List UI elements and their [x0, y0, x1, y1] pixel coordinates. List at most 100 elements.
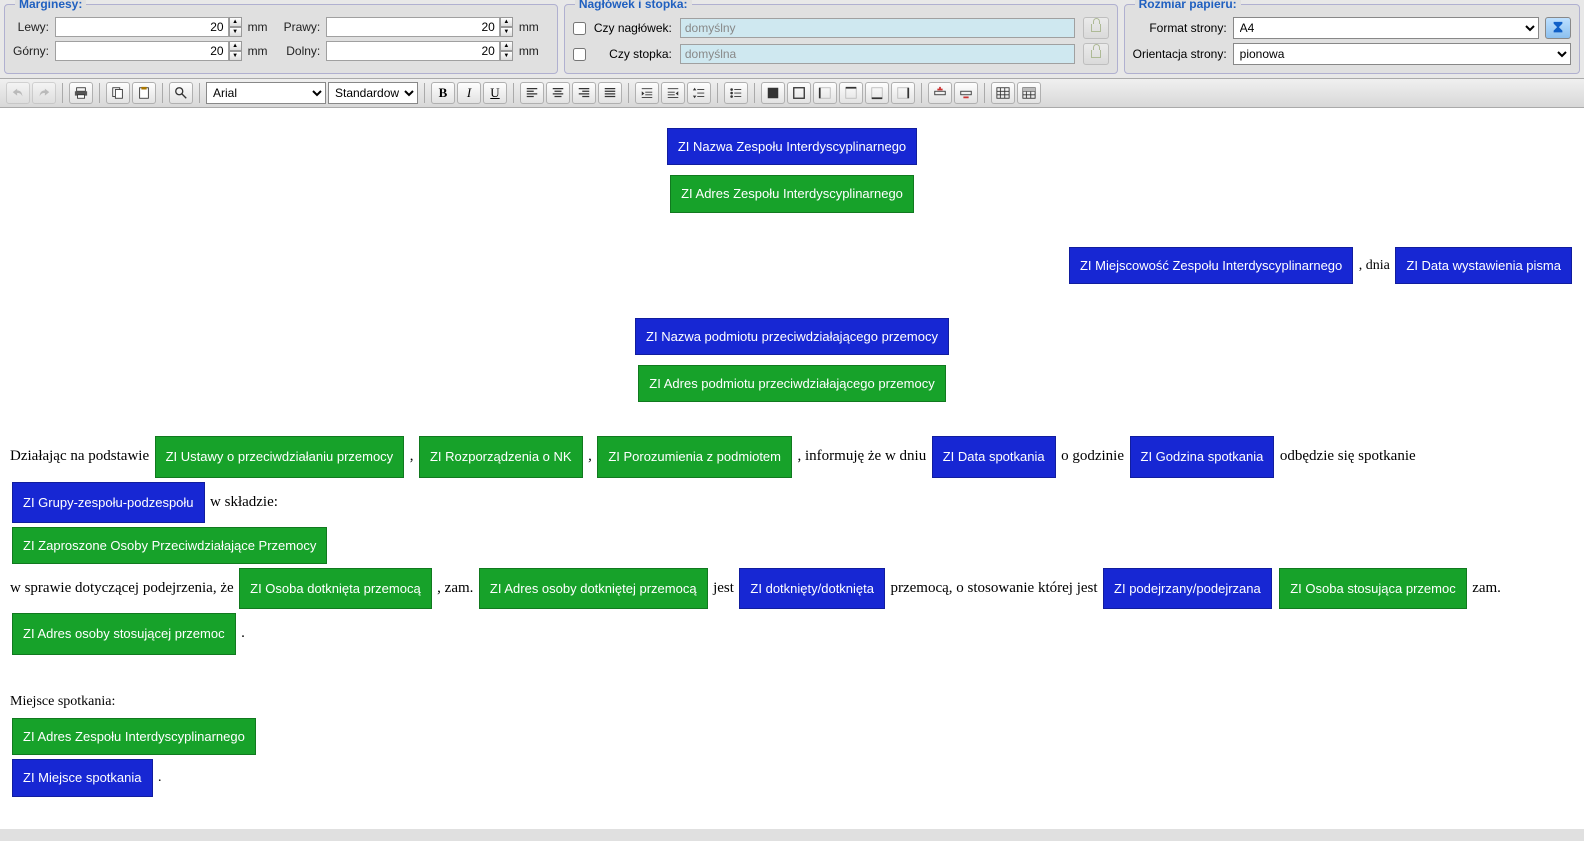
border-left-button[interactable]	[813, 82, 837, 104]
bold-button[interactable]: B	[431, 82, 455, 104]
field-zi-adres2[interactable]: ZI Adres Zespołu Interdyscyplinarnego	[12, 718, 256, 755]
settings-bar: Marginesy: Lewy: ▲▼ mm Prawy: ▲▼ mm Górn…	[0, 0, 1584, 78]
paste-icon	[137, 86, 151, 100]
field-zi-dotkniety[interactable]: ZI dotknięty/dotknięta	[739, 568, 885, 609]
paper-size-legend: Rozmiar papieru:	[1135, 0, 1241, 11]
field-zi-adres-podmiotu[interactable]: ZI Adres podmiotu przeciwdziałającego pr…	[638, 365, 945, 402]
unit-mm: mm	[248, 20, 278, 34]
insert-row-button[interactable]	[928, 82, 952, 104]
field-zi-osoba-stos[interactable]: ZI Osoba stosująca przemoc	[1279, 568, 1466, 609]
align-justify-button[interactable]	[598, 82, 622, 104]
margin-right-input[interactable]: ▲▼	[326, 17, 513, 37]
paste-button[interactable]	[132, 82, 156, 104]
header-select	[680, 18, 1075, 38]
page-format-select[interactable]: A4	[1233, 17, 1539, 39]
page-orientation-label: Orientacja strony:	[1133, 47, 1227, 61]
copy-button[interactable]	[106, 82, 130, 104]
spin-up[interactable]: ▲	[229, 17, 242, 27]
header-checkbox[interactable]	[573, 22, 586, 35]
margin-top-label: Górny:	[13, 44, 49, 58]
page-format-button[interactable]	[1545, 17, 1571, 39]
border-left-icon	[818, 86, 832, 100]
text: .	[158, 770, 162, 785]
print-button[interactable]	[69, 82, 93, 104]
line-spacing-button[interactable]	[687, 82, 711, 104]
page-orientation-select[interactable]: pionowa	[1233, 43, 1571, 65]
line-spacing-icon	[692, 86, 706, 100]
copy-icon	[111, 86, 125, 100]
margin-left-input[interactable]: ▲▼	[55, 17, 242, 37]
field-zi-grupy[interactable]: ZI Grupy-zespołu-podzespołu	[12, 482, 205, 523]
field-zi-godz-spot[interactable]: ZI Godzina spotkania	[1130, 436, 1275, 477]
text: jest	[713, 580, 734, 596]
margins-panel: Marginesy: Lewy: ▲▼ mm Prawy: ▲▼ mm Górn…	[4, 4, 558, 74]
field-zi-miejsce-spot[interactable]: ZI Miejsce spotkania	[12, 759, 153, 796]
field-zi-zaproszone[interactable]: ZI Zaproszone Osoby Przeciwdziałające Pr…	[12, 527, 327, 564]
align-right-button[interactable]	[572, 82, 596, 104]
text: przemocą, o stosowanie której jest	[891, 580, 1098, 596]
margin-bottom-input[interactable]: ▲▼	[326, 41, 513, 61]
bold-icon: B	[439, 85, 448, 101]
field-zi-podejrz[interactable]: ZI podejrzany/podejrzana	[1103, 568, 1272, 609]
underline-button[interactable]: U	[483, 82, 507, 104]
spin-up[interactable]: ▲	[500, 17, 513, 27]
table-button-2[interactable]	[1017, 82, 1041, 104]
undo-button	[6, 82, 30, 104]
field-zi-adres-stos[interactable]: ZI Adres osoby stosującej przemoc	[12, 613, 236, 654]
zoom-button[interactable]	[169, 82, 193, 104]
hourglass-icon	[1551, 21, 1565, 35]
border-right-button[interactable]	[891, 82, 915, 104]
delete-row-button[interactable]	[954, 82, 978, 104]
field-zi-data-spot[interactable]: ZI Data spotkania	[932, 436, 1056, 477]
field-zi-adres[interactable]: ZI Adres Zespołu Interdyscyplinarnego	[670, 175, 914, 212]
align-center-button[interactable]	[546, 82, 570, 104]
document-scroll[interactable]: ZI Nazwa Zespołu Interdyscyplinarnego ZI…	[0, 108, 1584, 829]
header-footer-panel: Nagłówek i stopka: Czy nagłówek: Czy sto…	[564, 4, 1118, 74]
undo-icon	[11, 86, 25, 100]
bullet-list-button[interactable]	[724, 82, 748, 104]
field-zi-nazwa-podmiotu[interactable]: ZI Nazwa podmiotu przeciwdziałającego pr…	[635, 318, 949, 355]
margin-top-input[interactable]: ▲▼	[55, 41, 242, 61]
margin-left-label: Lewy:	[13, 20, 49, 34]
align-left-button[interactable]	[520, 82, 544, 104]
spin-up[interactable]: ▲	[229, 41, 242, 51]
border-outline-button[interactable]	[787, 82, 811, 104]
page-format-label: Format strony:	[1133, 21, 1227, 35]
text: .	[241, 625, 245, 641]
field-zi-nazwa[interactable]: ZI Nazwa Zespołu Interdyscyplinarnego	[667, 128, 917, 165]
border-fill-button[interactable]	[761, 82, 785, 104]
field-zi-osoba-dot[interactable]: ZI Osoba dotknięta przemocą	[239, 568, 432, 609]
table-button-1[interactable]	[991, 82, 1015, 104]
spin-down[interactable]: ▼	[229, 51, 242, 61]
delete-row-icon	[959, 86, 973, 100]
font-select[interactable]: Arial	[206, 82, 326, 104]
indent-right-icon	[640, 86, 654, 100]
border-bottom-button[interactable]	[865, 82, 889, 104]
spin-down[interactable]: ▼	[500, 27, 513, 37]
margin-bottom-label: Dolny:	[284, 44, 321, 58]
spin-down[interactable]: ▼	[229, 27, 242, 37]
text: w składzie:	[210, 493, 278, 509]
document-page[interactable]: ZI Nazwa Zespołu Interdyscyplinarnego ZI…	[0, 108, 1584, 829]
unit-mm: mm	[248, 44, 278, 58]
field-zi-poroz[interactable]: ZI Porozumienia z podmiotem	[597, 436, 792, 477]
spin-down[interactable]: ▼	[500, 51, 513, 61]
footer-checkbox[interactable]	[573, 48, 586, 61]
text: ,	[588, 448, 592, 464]
font-size-select[interactable]: Standardowy	[328, 82, 418, 104]
text: w sprawie dotyczącej podejrzenia, że	[10, 580, 234, 596]
field-zi-adres-dot[interactable]: ZI Adres osoby dotkniętej przemocą	[479, 568, 708, 609]
field-zi-ustawa[interactable]: ZI Ustawy o przeciwdziałaniu przemocy	[155, 436, 405, 477]
indent-left-button[interactable]	[661, 82, 685, 104]
field-zi-data-pisma[interactable]: ZI Data wystawienia pisma	[1395, 247, 1572, 284]
italic-button[interactable]: I	[457, 82, 481, 104]
align-right-icon	[577, 86, 591, 100]
bookmark-icon	[1091, 24, 1101, 32]
indent-right-button[interactable]	[635, 82, 659, 104]
border-top-button[interactable]	[839, 82, 863, 104]
field-zi-rozp[interactable]: ZI Rozporządzenia o NK	[419, 436, 583, 477]
field-zi-miejscowosc[interactable]: ZI Miejscowość Zespołu Interdyscyplinarn…	[1069, 247, 1353, 284]
spin-up[interactable]: ▲	[500, 41, 513, 51]
text: , informuję że w dniu	[798, 448, 927, 464]
footer-select	[680, 44, 1075, 64]
